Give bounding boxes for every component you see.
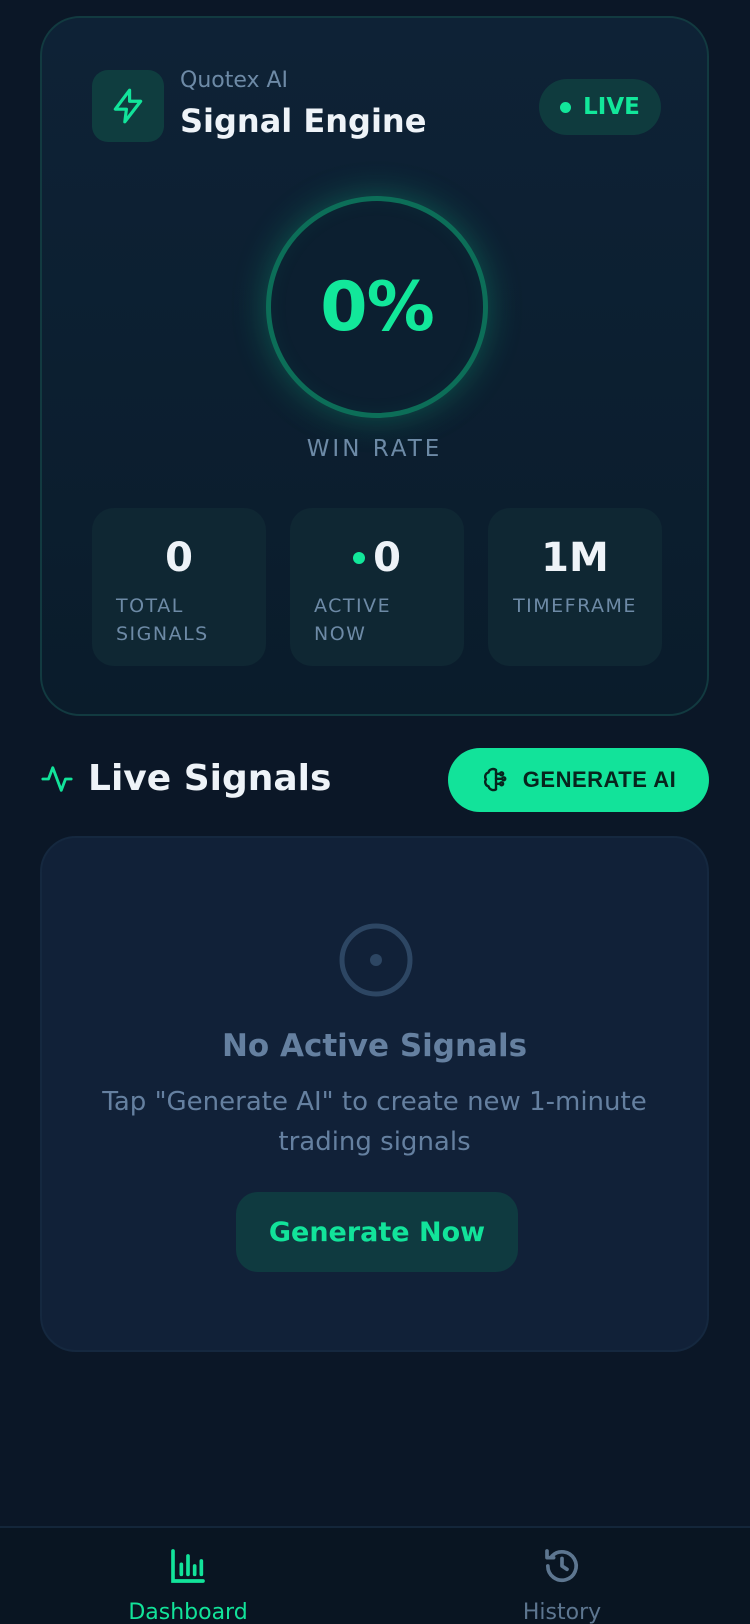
signal-engine-card: Quotex AI Signal Engine LIVE 0% WIN RATE… <box>40 16 709 716</box>
nav-label: Dashboard <box>128 1600 248 1624</box>
brain-icon <box>483 767 507 792</box>
stat-total-signals: 0 TOTAL SIGNALS <box>92 508 266 666</box>
history-icon <box>545 1549 578 1583</box>
empty-state-title: No Active Signals <box>221 1028 528 1064</box>
app-subtitle: Quotex AI <box>180 68 289 93</box>
app-title: Signal Engine <box>180 102 427 140</box>
active-dot-icon <box>353 552 366 564</box>
stat-label: TOTAL SIGNALS <box>116 595 209 645</box>
stat-active-now: 0 ACTIVE NOW <box>290 508 464 666</box>
stat-label: TIMEFRAME <box>513 595 637 617</box>
live-signals-title: Live Signals <box>88 758 332 799</box>
generate-now-button[interactable]: Generate Now <box>236 1192 518 1272</box>
stat-value: 1M <box>541 535 609 581</box>
live-status-badge: LIVE <box>539 79 661 135</box>
stat-label: ACTIVE NOW <box>314 595 392 645</box>
empty-state-description: Tap "Generate AI" to create new 1-minute… <box>102 1087 647 1157</box>
app-screen: Quotex AI Signal Engine LIVE 0% WIN RATE… <box>0 0 750 1624</box>
stat-value-wrapper: 0 <box>314 534 440 582</box>
stat-value: 0 <box>165 535 193 581</box>
bar-chart-icon <box>171 1549 205 1583</box>
target-icon <box>338 922 414 1002</box>
generate-ai-button[interactable]: GENERATE AI <box>448 748 709 812</box>
win-rate-label: WIN RATE <box>306 436 443 462</box>
live-status-label: LIVE <box>583 94 640 120</box>
bottom-navigation: Dashboard History <box>0 1526 750 1624</box>
stat-value: 0 <box>373 535 401 581</box>
nav-item-dashboard[interactable]: Dashboard <box>88 1546 288 1624</box>
win-rate-ring: 0% <box>266 196 488 418</box>
win-rate-value: 0% <box>320 267 434 347</box>
signals-empty-state: No Active Signals Tap "Generate AI" to c… <box>40 836 709 1352</box>
activity-pulse-icon <box>40 762 74 800</box>
nav-item-history[interactable]: History <box>462 1546 662 1624</box>
lightning-icon <box>92 70 164 142</box>
live-dot-icon <box>560 101 572 113</box>
nav-label: History <box>522 1600 602 1624</box>
generate-ai-label: GENERATE AI <box>522 767 677 792</box>
stat-timeframe: 1M TIMEFRAME <box>488 508 662 666</box>
